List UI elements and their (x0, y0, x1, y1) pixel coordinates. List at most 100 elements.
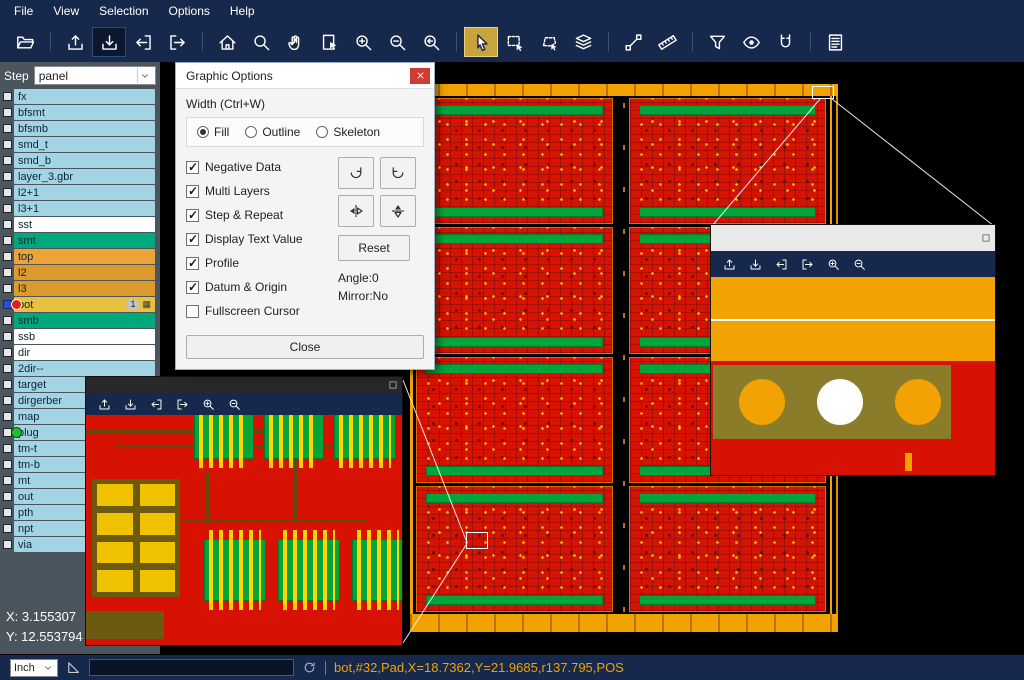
cursor-select-button[interactable] (464, 27, 498, 57)
reset-button[interactable]: Reset (338, 235, 410, 261)
option-checkbox-row[interactable]: Step & Repeat (186, 203, 338, 227)
checkbox[interactable] (186, 161, 199, 174)
refresh-circle-icon[interactable] (302, 660, 317, 675)
unit-select[interactable]: Inch (10, 659, 58, 677)
close-button[interactable]: Close (186, 335, 424, 359)
layer-row[interactable]: smd_b (2, 153, 155, 168)
dialog-titlebar[interactable]: Graphic Options (176, 63, 434, 89)
option-checkbox-row[interactable]: Fullscreen Cursor (186, 299, 338, 323)
mirror-horizontal-button[interactable] (338, 195, 374, 227)
menu-item[interactable]: Help (220, 1, 265, 21)
home-button[interactable] (210, 27, 244, 57)
export-right[interactable] (170, 394, 194, 414)
width-radio[interactable]: Skeleton (316, 125, 380, 139)
import-left[interactable] (144, 394, 168, 414)
pan-hand-button[interactable] (278, 27, 312, 57)
layer-row[interactable]: smt (2, 233, 155, 248)
rotate-ccw-button[interactable] (380, 157, 416, 189)
layer-row[interactable]: ssb (2, 329, 155, 344)
export-up[interactable] (717, 254, 741, 274)
option-checkbox-row[interactable]: Profile (186, 251, 338, 275)
layer-checkbox[interactable] (3, 108, 12, 117)
checkbox[interactable] (186, 233, 199, 246)
layer-checkbox[interactable] (3, 140, 12, 149)
zoom-window-1-canvas[interactable] (86, 415, 402, 645)
layer-checkbox[interactable] (3, 172, 12, 181)
layer-checkbox[interactable] (3, 444, 12, 453)
layer-checkbox[interactable] (3, 524, 12, 533)
layer-checkbox[interactable] (3, 220, 12, 229)
layer-row[interactable]: layer_3.gbr (2, 169, 155, 184)
layer-checkbox[interactable] (3, 396, 12, 405)
width-radio[interactable]: Outline (245, 125, 300, 139)
checkbox[interactable] (186, 281, 199, 294)
layer-cell[interactable]: smb (14, 313, 155, 328)
menu-item[interactable]: View (43, 1, 89, 21)
close-icon[interactable] (410, 68, 430, 84)
layer-cell[interactable]: bfsmb (14, 121, 155, 136)
layer-checkbox[interactable] (3, 92, 12, 101)
layer-checkbox[interactable] (3, 332, 12, 341)
layer-checkbox[interactable] (3, 492, 12, 501)
open-folder-button[interactable] (8, 27, 42, 57)
zoom-out-button[interactable] (380, 27, 414, 57)
layer-checkbox[interactable] (3, 412, 12, 421)
menu-item[interactable]: File (4, 1, 43, 21)
import-left-button[interactable] (126, 27, 160, 57)
command-input[interactable] (89, 659, 294, 676)
layer-checkbox[interactable] (3, 428, 12, 437)
menu-item[interactable]: Options (159, 1, 220, 21)
menu-item[interactable]: Selection (89, 1, 158, 21)
layer-checkbox[interactable] (3, 236, 12, 245)
layer-checkbox[interactable] (3, 124, 12, 133)
snap-magnet-button[interactable] (768, 27, 802, 57)
layer-checkbox[interactable] (3, 300, 12, 309)
layer-row[interactable]: fx (2, 89, 155, 104)
checkbox[interactable] (186, 185, 199, 198)
layer-row[interactable]: sst (2, 217, 155, 232)
layer-checkbox[interactable] (3, 268, 12, 277)
poly-select-button[interactable] (532, 27, 566, 57)
layer-row[interactable]: l2+1 (2, 185, 155, 200)
option-checkbox-row[interactable]: Display Text Value (186, 227, 338, 251)
layer-checkbox[interactable] (3, 204, 12, 213)
layer-row[interactable]: smd_t (2, 137, 155, 152)
zoom-out[interactable] (847, 254, 871, 274)
layer-checkbox[interactable] (3, 284, 12, 293)
checkbox[interactable] (186, 305, 199, 318)
option-checkbox-row[interactable]: Negative Data (186, 155, 338, 179)
layer-row[interactable]: dir (2, 345, 155, 360)
layer-row[interactable]: bot 1 ▦ (2, 297, 155, 312)
mirror-vertical-button[interactable] (380, 195, 416, 227)
layer-row[interactable]: l2 (2, 265, 155, 280)
zoom-window-2-titlebar[interactable] (711, 225, 995, 251)
zoom-previous-button[interactable] (414, 27, 448, 57)
export-up-button[interactable] (58, 27, 92, 57)
zoom-out[interactable] (222, 394, 246, 414)
layer-checkbox[interactable] (3, 380, 12, 389)
select-page-button[interactable] (312, 27, 346, 57)
layer-cell[interactable]: l3 (14, 281, 155, 296)
layer-cell[interactable]: smt (14, 233, 155, 248)
report-list-button[interactable] (818, 27, 852, 57)
layer-cell[interactable]: ssb (14, 329, 155, 344)
export-up[interactable] (92, 394, 116, 414)
layer-cell[interactable]: l3+1 (14, 201, 155, 216)
option-checkbox-row[interactable]: Multi Layers (186, 179, 338, 203)
layer-cell[interactable]: sst (14, 217, 155, 232)
export-right[interactable] (795, 254, 819, 274)
zoom-in-button[interactable] (346, 27, 380, 57)
layer-cell[interactable]: fx (14, 89, 155, 104)
rect-select-button[interactable] (498, 27, 532, 57)
checkbox[interactable] (186, 257, 199, 270)
import-down[interactable] (118, 394, 142, 414)
layer-checkbox[interactable] (3, 460, 12, 469)
layer-row[interactable]: bfsmt (2, 105, 155, 120)
width-radio[interactable]: Fill (197, 125, 229, 139)
window-menu-icon[interactable] (388, 380, 398, 390)
layer-row[interactable]: l3+1 (2, 201, 155, 216)
layer-row[interactable]: top (2, 249, 155, 264)
layer-row[interactable]: 2dir-- (2, 361, 155, 376)
step-select[interactable]: panel (34, 66, 156, 85)
line-tool-button[interactable] (616, 27, 650, 57)
